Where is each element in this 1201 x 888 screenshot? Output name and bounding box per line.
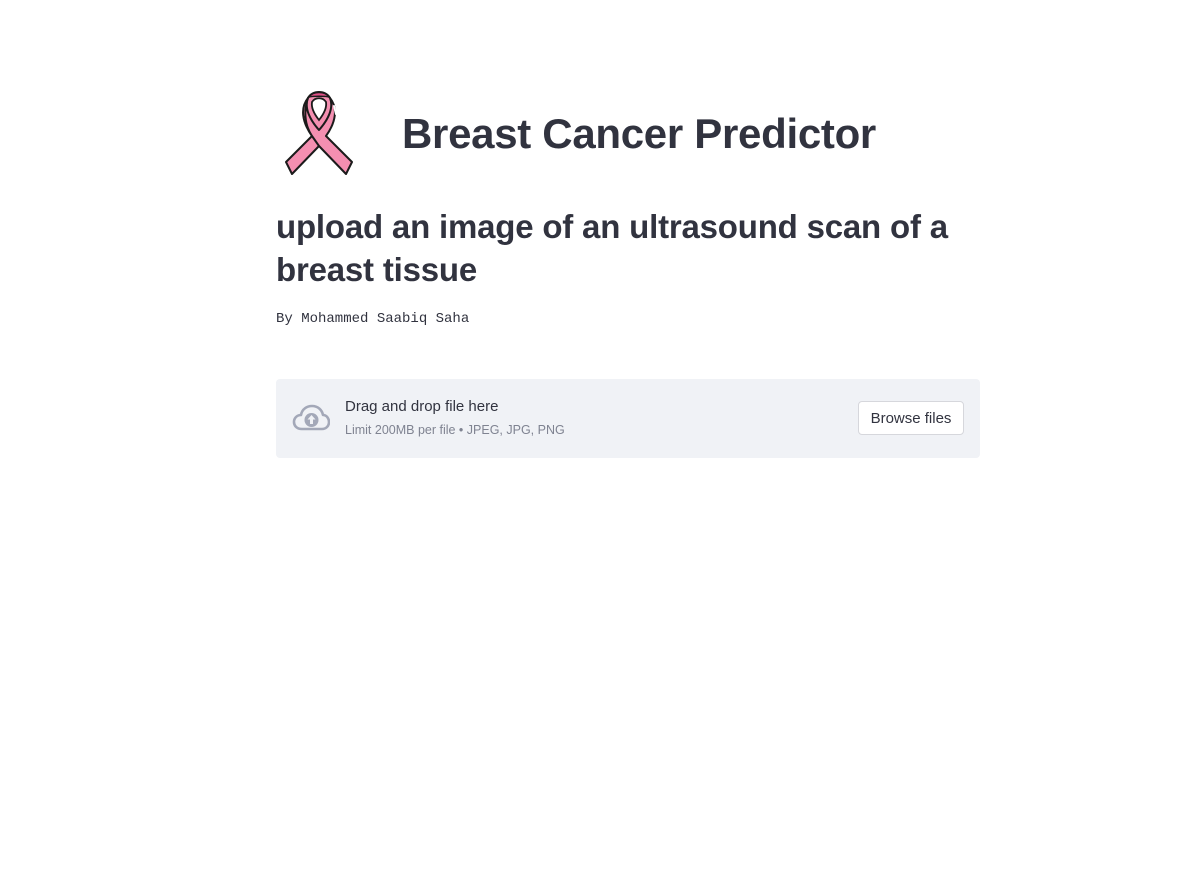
cloud-upload-icon	[292, 404, 330, 431]
page-title: Breast Cancer Predictor	[402, 110, 876, 157]
browse-files-button[interactable]: Browse files	[858, 401, 964, 435]
subtitle: upload an image of an ultrasound scan of…	[276, 208, 948, 288]
pink-ribbon-icon	[285, 91, 353, 175]
header: Breast Cancer Predictor	[276, 86, 980, 178]
drop-label: Drag and drop file here	[345, 398, 499, 415]
dropzone-instructions: Drag and drop file here Limit 200MB per …	[345, 397, 565, 438]
author-byline: By Mohammed Saabiq Saha	[276, 311, 470, 327]
file-limit-label: Limit 200MB per file • JPEG, JPG, PNG	[345, 423, 565, 437]
app-page: Breast Cancer Predictor upload an image …	[0, 0, 1201, 888]
file-uploader-dropzone[interactable]: Drag and drop file here Limit 200MB per …	[276, 379, 980, 458]
